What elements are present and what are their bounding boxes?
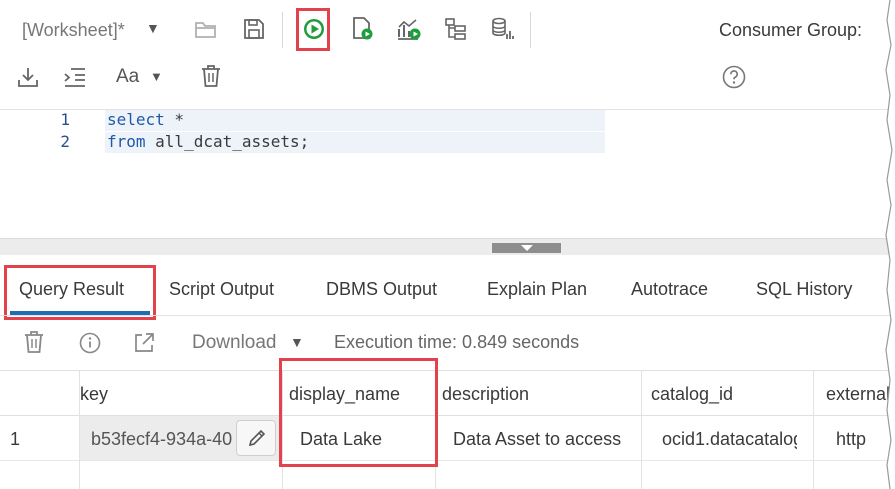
splitter-collapse-handle[interactable]: [492, 243, 561, 253]
cell-catalog-id[interactable]: ocid1.datacatalog: [662, 429, 797, 450]
tab-autotrace[interactable]: Autotrace: [631, 279, 708, 300]
tab-explain-plan[interactable]: Explain Plan: [487, 279, 587, 300]
cell-external[interactable]: http: [836, 429, 876, 450]
download-dropdown[interactable]: Download: [192, 332, 277, 354]
autotrace-icon[interactable]: [444, 18, 468, 40]
pencil-icon: [247, 428, 267, 448]
format-icon[interactable]: [63, 67, 87, 87]
column-divider: [813, 370, 814, 489]
execution-time: Execution time: 0.849 seconds: [334, 332, 580, 352]
font-icon[interactable]: Aa: [116, 66, 139, 88]
worksheet-title[interactable]: [Worksheet]*: [22, 20, 125, 41]
save-icon[interactable]: [243, 18, 265, 40]
pane-splitter[interactable]: [0, 238, 895, 255]
clear-results-trash-icon[interactable]: [24, 330, 44, 354]
grid-border: [0, 370, 895, 371]
sql-keyword: select: [107, 110, 165, 129]
row-number: 1: [10, 429, 21, 449]
column-header-description[interactable]: description: [442, 384, 529, 405]
tab-dbms-output[interactable]: DBMS Output: [326, 279, 437, 300]
sql-text: all_dcat_assets;: [145, 132, 310, 151]
run-statement-icon[interactable]: [303, 18, 325, 40]
code-line[interactable]: from all_dcat_assets;: [107, 132, 309, 151]
query-result-tab-highlight: [4, 265, 156, 320]
explain-plan-icon[interactable]: [396, 17, 422, 41]
download-icon[interactable]: [17, 66, 39, 88]
info-icon[interactable]: [79, 332, 101, 354]
edit-cell-button[interactable]: [236, 420, 276, 456]
run-script-icon[interactable]: [352, 17, 374, 41]
trash-icon[interactable]: [201, 64, 221, 88]
line-number: 2: [60, 132, 70, 151]
tab-sql-history[interactable]: SQL History: [756, 279, 852, 300]
sql-text: *: [164, 110, 185, 129]
column-header-key[interactable]: key: [80, 384, 108, 405]
help-icon[interactable]: [722, 65, 746, 89]
download-chevron-down-icon[interactable]: ▼: [290, 334, 304, 350]
font-menu-chevron-icon[interactable]: ▼: [150, 69, 163, 84]
toolbar-divider: [530, 12, 531, 48]
cell-description[interactable]: Data Asset to access: [453, 429, 621, 450]
grid-border: [0, 460, 895, 461]
open-in-new-window-icon[interactable]: [133, 332, 155, 354]
worksheet-menu-chevron-icon[interactable]: ▼: [146, 20, 160, 36]
column-header-catalog-id[interactable]: catalog_id: [651, 384, 733, 405]
sql-keyword: from: [107, 132, 146, 151]
line-number: 1: [60, 110, 70, 129]
sql-tuning-icon[interactable]: [491, 17, 515, 41]
torn-edge-decoration: [885, 0, 895, 489]
folder-open-icon[interactable]: [194, 18, 218, 40]
code-line[interactable]: select *: [107, 110, 184, 129]
toolbar-divider: [282, 12, 283, 48]
consumer-group-label: Consumer Group:: [719, 20, 863, 40]
column-divider: [641, 370, 642, 489]
display-name-column-highlight: [279, 358, 438, 467]
cell-key[interactable]: b53fecf4-934a-40: [91, 429, 234, 450]
tabs-divider: [0, 315, 895, 316]
tab-script-output[interactable]: Script Output: [169, 279, 274, 300]
